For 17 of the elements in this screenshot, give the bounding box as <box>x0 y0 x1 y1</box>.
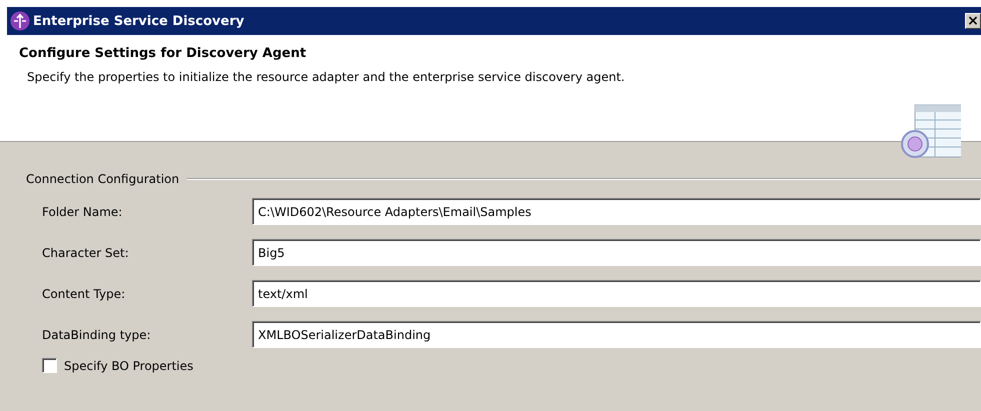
close-button[interactable]: × <box>965 13 981 29</box>
input-field[interactable]: Big5 <box>252 239 981 266</box>
input-field[interactable]: text/xml <box>252 280 981 307</box>
field-label: DataBinding type: <box>42 328 152 342</box>
group-label: Connection Configuration <box>26 172 180 186</box>
checkbox[interactable] <box>42 358 57 373</box>
field-label: Content Type: <box>42 286 126 300</box>
page-title: Configure Settings for Discovery Agent <box>19 46 308 61</box>
field-label: Folder Name: <box>42 204 124 218</box>
app-icon <box>10 11 30 31</box>
field-label: Character Set: <box>42 246 130 260</box>
input-field[interactable]: C:\WID602\Resource Adapters\Email\Samples <box>252 198 981 225</box>
window-title: Enterprise Service Discovery <box>33 14 246 28</box>
table-clock-icon <box>901 104 961 158</box>
page-description: Specify the properties to initialize the resource adapter and the enterprise service discovery agent. <box>27 70 626 84</box>
checkbox-label[interactable]: Specify BO Properties <box>64 358 194 372</box>
input-field[interactable]: XMLBOSerializerDataBinding <box>252 321 981 348</box>
